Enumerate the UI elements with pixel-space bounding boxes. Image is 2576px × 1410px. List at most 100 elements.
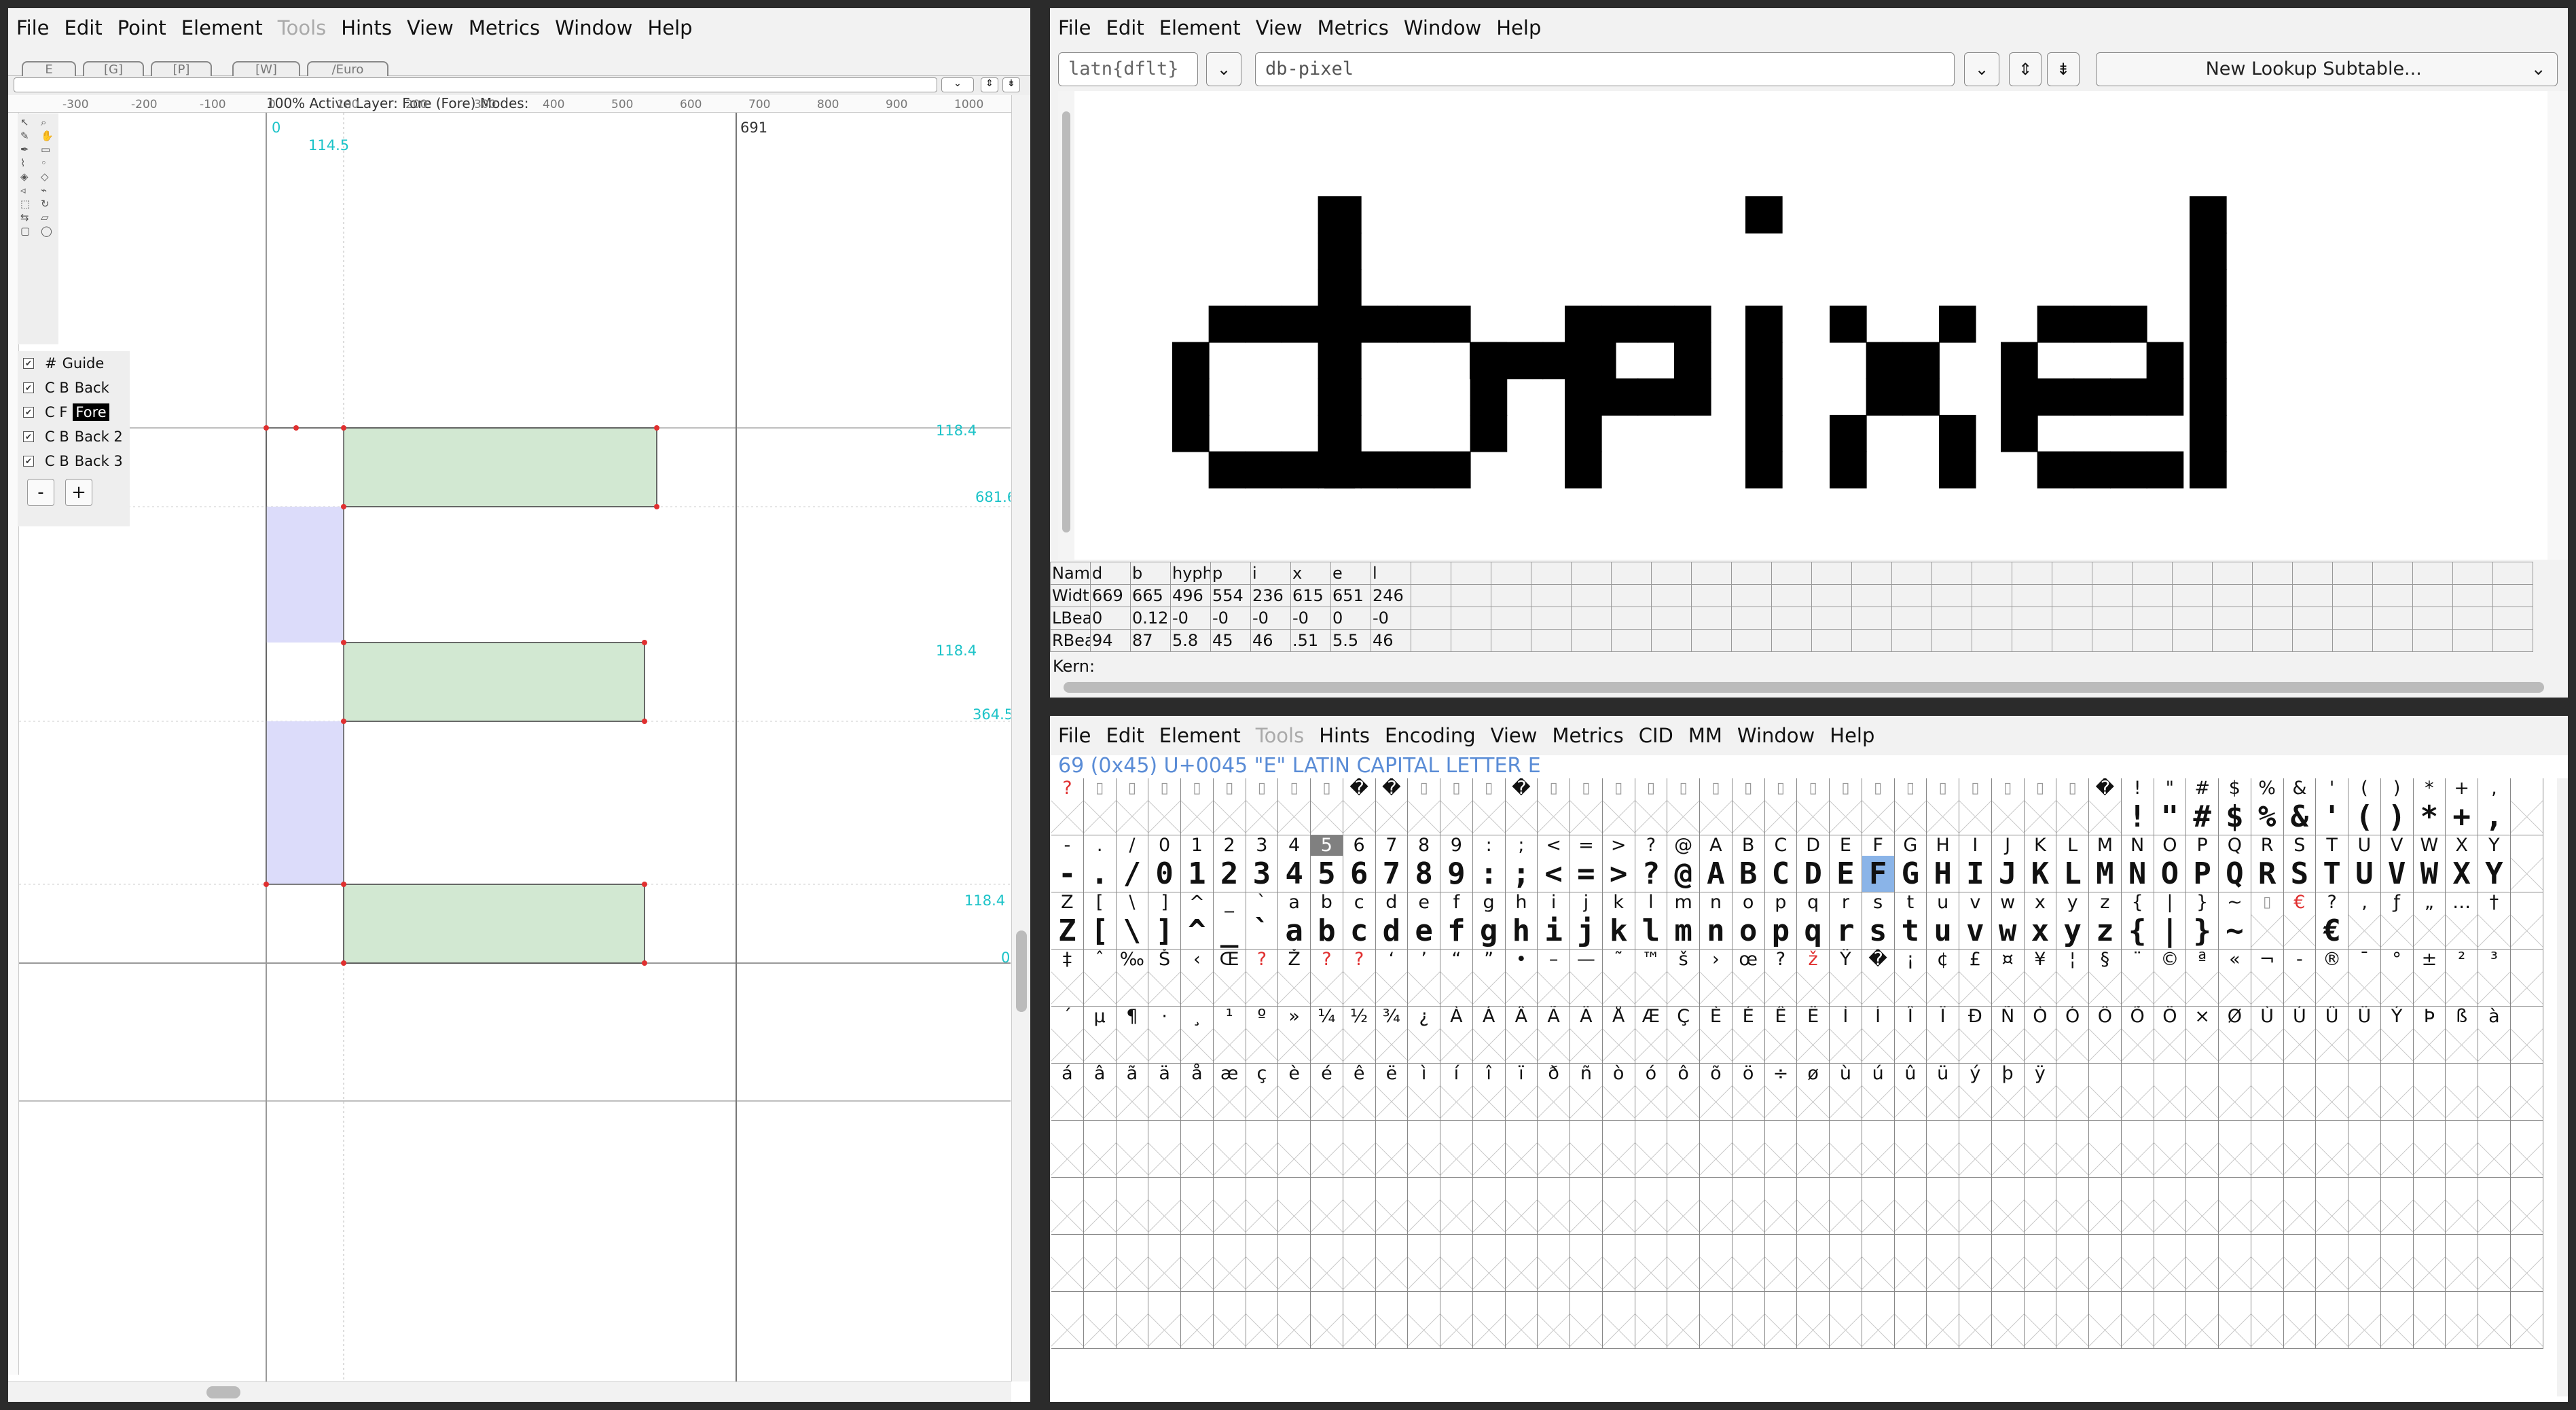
font-menu-view[interactable]: View — [1491, 724, 1538, 747]
glyph-cell[interactable] — [2219, 1121, 2251, 1178]
glyph-cell[interactable] — [1862, 1292, 1895, 1349]
glyph-cell[interactable]: « — [2219, 950, 2251, 1007]
metrics-cell[interactable]: 46 — [1250, 629, 1291, 652]
metrics-cell[interactable]: 615 — [1290, 584, 1331, 607]
metrics-cell[interactable]: 87 — [1130, 629, 1171, 652]
glyph-menu-window[interactable]: Window — [555, 16, 632, 39]
glyph-cell[interactable]: + + — [2446, 778, 2478, 835]
glyph-cell[interactable]: 66 — [1343, 835, 1376, 892]
glyph-cell[interactable] — [2348, 1292, 2381, 1349]
metrics-cell[interactable]: x — [1290, 562, 1331, 585]
glyph-cell[interactable]: ï — [1505, 1064, 1538, 1121]
sort-icon[interactable]: ⇟ — [2047, 52, 2080, 86]
glyph-cell[interactable] — [2154, 1064, 2187, 1121]
glyph-cell[interactable] — [1083, 1178, 1117, 1235]
metrics-cell[interactable]: 669 — [1090, 584, 1131, 607]
metrics-cell[interactable]: 94 — [1090, 629, 1131, 652]
glyph-cell[interactable] — [1051, 1292, 1084, 1349]
glyph-cell[interactable] — [1505, 1178, 1538, 1235]
glyph-cell[interactable] — [2024, 1292, 2057, 1349]
scroll-tool-icon[interactable]: ✋ — [41, 130, 58, 142]
glyph-menu-edit[interactable]: Edit — [65, 16, 103, 39]
glyph-cell[interactable] — [1959, 1292, 1992, 1349]
glyph-cell[interactable]: ì — [1408, 1064, 1440, 1121]
glyph-cell[interactable] — [1570, 1121, 1603, 1178]
freehand-tool-icon[interactable]: ✎ — [20, 130, 38, 142]
preview-vertical-scrollbar[interactable] — [2547, 91, 2568, 560]
glyph-cell[interactable] — [2283, 1292, 2317, 1349]
font-menu-hints[interactable]: Hints — [1319, 724, 1370, 747]
glyph-cell[interactable] — [1408, 1178, 1440, 1235]
glyph-cell[interactable] — [2510, 950, 2543, 1007]
spiro-tool-icon[interactable]: ⌇ — [20, 157, 38, 169]
kern-row[interactable]: Kern: — [1050, 657, 2568, 677]
glyph-cell[interactable]: & & — [2283, 778, 2317, 835]
metrics-cell[interactable]: 236 — [1250, 584, 1291, 607]
rotate-tool-icon[interactable]: ↻ — [41, 198, 58, 210]
glyph-cell[interactable]: ð — [1538, 1064, 1570, 1121]
layer-row[interactable]: ✔ C B Back 3 — [18, 449, 130, 473]
glyph-cell[interactable]: ‡ — [1051, 950, 1084, 1007]
glyph-menu-metrics[interactable]: Metrics — [469, 16, 540, 39]
glyph-cell[interactable] — [2121, 1292, 2154, 1349]
glyph-cell[interactable]: ▯ — [1181, 778, 1214, 835]
glyph-cell[interactable] — [2510, 778, 2543, 835]
glyph-cell[interactable] — [1538, 1178, 1570, 1235]
glyph-cell[interactable]: ' ' — [2316, 778, 2348, 835]
glyph-cell[interactable] — [2348, 1178, 2381, 1235]
glyph-cell[interactable] — [1213, 1121, 1246, 1178]
glyph-cell[interactable] — [1375, 1121, 1409, 1178]
glyph-cell[interactable] — [1894, 1235, 1927, 1292]
glyph-cell[interactable]: " " — [2154, 778, 2187, 835]
glyph-cell[interactable] — [1700, 1178, 1733, 1235]
glyph-cell[interactable]: xx — [2024, 892, 2057, 950]
glyph-cell[interactable] — [1991, 1178, 2025, 1235]
new-lookup-subtable-button[interactable]: New Lookup Subtable... ⌄ — [2096, 52, 2558, 86]
glyph-cell[interactable]: û — [1894, 1064, 1927, 1121]
glyph-cell[interactable]: yy — [2056, 892, 2089, 950]
rect-tool-icon[interactable]: ▢ — [20, 225, 38, 237]
glyph-cell[interactable]: ▯ — [1830, 778, 1862, 835]
glyph-cell[interactable]: ` ` — [1246, 892, 1279, 950]
glyph-cell[interactable] — [1148, 1292, 1181, 1349]
glyph-cell[interactable]: ü — [1927, 1064, 1959, 1121]
glyph-cell[interactable] — [1830, 1292, 1862, 1349]
glyph-cell[interactable] — [1116, 1235, 1149, 1292]
glyph-cell[interactable]: ² — [2446, 950, 2478, 1007]
font-menu-help[interactable]: Help — [1830, 724, 1874, 747]
glyph-cell[interactable]: / / — [1116, 835, 1149, 892]
glyph-cell[interactable]: Â — [1505, 1007, 1538, 1064]
bottom-bar[interactable] — [343, 884, 645, 964]
glyph-cell[interactable] — [2251, 1178, 2284, 1235]
glyph-cell[interactable] — [2413, 1292, 2446, 1349]
glyph-cell[interactable]: QQ — [2219, 835, 2251, 892]
glyph-cell[interactable]: À — [1440, 1007, 1473, 1064]
pointer-tool-icon[interactable]: ↖ — [20, 116, 38, 128]
glyph-cell[interactable]: Î — [1894, 1007, 1927, 1064]
glyph-cell[interactable]: ▯ — [1667, 778, 1700, 835]
glyph-cell[interactable]: (( — [2348, 778, 2381, 835]
glyph-cell[interactable]: JJ — [1991, 835, 2025, 892]
glyph-cell[interactable] — [2154, 1121, 2187, 1178]
glyph-cell[interactable]: � — [1505, 778, 1538, 835]
glyph-cell[interactable]: jj — [1570, 892, 1603, 950]
glyph-cell[interactable] — [1894, 1178, 1927, 1235]
glyph-cell[interactable] — [1505, 1292, 1538, 1349]
glyph-cell[interactable] — [1991, 1292, 2025, 1349]
glyph-cell[interactable]: ▯ — [1472, 778, 1506, 835]
glyph-cell[interactable]: � — [1862, 950, 1895, 1007]
glyph-cell[interactable]: 00 — [1148, 835, 1181, 892]
glyph-cell[interactable]: ã — [1116, 1064, 1149, 1121]
glyph-cell[interactable]: 33 — [1246, 835, 1279, 892]
glyph-cell[interactable] — [1635, 1292, 1668, 1349]
glyph-cell[interactable] — [2413, 1178, 2446, 1235]
glyph-cell[interactable] — [2251, 1121, 2284, 1178]
glyph-cell[interactable]: É — [1732, 1007, 1765, 1064]
glyph-cell[interactable]: - — [2283, 950, 2317, 1007]
glyph-cell[interactable]: DD — [1797, 835, 1830, 892]
glyph-cell[interactable] — [2251, 1064, 2284, 1121]
tangent-tool-icon[interactable]: ◃ — [20, 184, 38, 196]
glyph-cell[interactable]: æ — [1213, 1064, 1246, 1121]
glyph-cell[interactable] — [2510, 892, 2543, 950]
glyph-cell[interactable] — [1830, 1178, 1862, 1235]
